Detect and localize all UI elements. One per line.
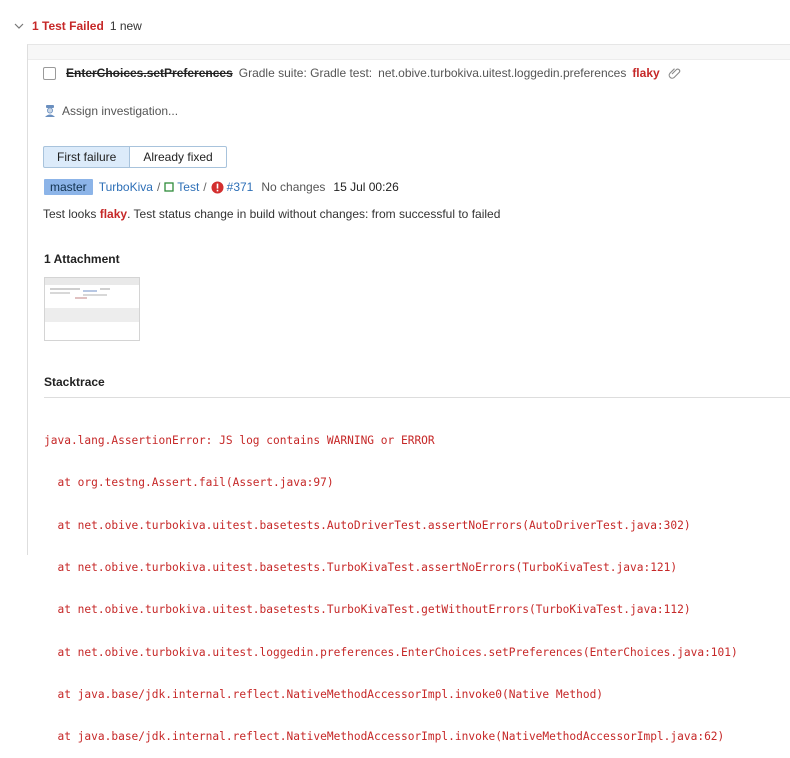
- failure-tabs: First failure Already fixed: [43, 146, 227, 168]
- breadcrumb-separator: /: [203, 180, 207, 194]
- build-config-icon: [164, 182, 174, 192]
- build-number-link[interactable]: #371: [227, 180, 254, 194]
- flaky-note-suffix: . Test status change in build without ch…: [127, 207, 501, 221]
- attachment-thumbnail[interactable]: [44, 277, 140, 341]
- stacktrace-divider: [44, 397, 790, 398]
- screenshot-thumbnail-image: [45, 278, 139, 322]
- stacktrace-line: at net.obive.turbokiva.uitest.basetests.…: [44, 603, 691, 617]
- project-link[interactable]: TurboKiva: [99, 180, 153, 194]
- test-suite: Gradle suite: Gradle test:: [238, 66, 373, 80]
- new-count: 1 new: [109, 19, 142, 33]
- stacktrace-line: at java.base/jdk.internal.reflect.Native…: [44, 730, 725, 744]
- flaky-note-prefix: Test looks: [43, 207, 100, 221]
- test-name[interactable]: EnterChoices.setPreferences: [66, 66, 233, 80]
- flaky-word: flaky: [99, 207, 128, 221]
- failed-tests-title[interactable]: 1 Test Failed: [32, 19, 104, 33]
- assign-investigation-link[interactable]: Assign investigation...: [43, 103, 178, 119]
- stacktrace-line: at java.base/jdk.internal.reflect.Native…: [44, 687, 604, 701]
- panel-top-strip: [28, 45, 790, 60]
- failed-tests-header[interactable]: 1 Test Failed 1 new: [12, 18, 142, 34]
- stacktrace-line: at org.testng.Assert.fail(Assert.java:97…: [44, 476, 334, 490]
- tab-already-fixed[interactable]: Already fixed: [130, 146, 227, 168]
- assign-investigation-label[interactable]: Assign investigation...: [62, 104, 178, 118]
- stacktrace-line: at net.obive.turbokiva.uitest.loggedin.p…: [44, 645, 738, 659]
- test-package: net.obive.turbokiva.uitest.loggedin.pref…: [378, 66, 627, 80]
- error-icon: [211, 181, 224, 193]
- build-config-link[interactable]: Test: [177, 180, 199, 194]
- tab-first-failure[interactable]: First failure: [43, 146, 131, 168]
- stacktrace-line: at net.obive.turbokiva.uitest.basetests.…: [44, 561, 678, 575]
- stacktrace-title: Stacktrace: [44, 375, 105, 389]
- changes-label[interactable]: No changes: [261, 180, 325, 194]
- flaky-note: Test looks flaky. Test status change in …: [43, 207, 500, 221]
- stacktrace-text[interactable]: java.lang.AssertionError: JS log contain…: [44, 406, 790, 758]
- paperclip-icon[interactable]: [668, 66, 682, 80]
- build-date: 15 Jul 00:26: [333, 180, 399, 194]
- stacktrace-line: at net.obive.turbokiva.uitest.basetests.…: [44, 518, 691, 532]
- chevron-down-icon[interactable]: [12, 19, 26, 33]
- branch-badge[interactable]: master: [44, 179, 93, 195]
- build-info-row: master TurboKiva / Test / #371 No change…: [44, 179, 399, 195]
- flaky-tag: flaky: [632, 66, 660, 80]
- test-row: EnterChoices.setPreferences Gradle suite…: [43, 65, 682, 81]
- stacktrace-line: java.lang.AssertionError: JS log contain…: [44, 434, 435, 448]
- investigator-icon: [45, 105, 55, 117]
- breadcrumb-separator: /: [156, 180, 161, 194]
- test-checkbox[interactable]: [43, 66, 56, 80]
- attachments-title: 1 Attachment: [44, 252, 120, 266]
